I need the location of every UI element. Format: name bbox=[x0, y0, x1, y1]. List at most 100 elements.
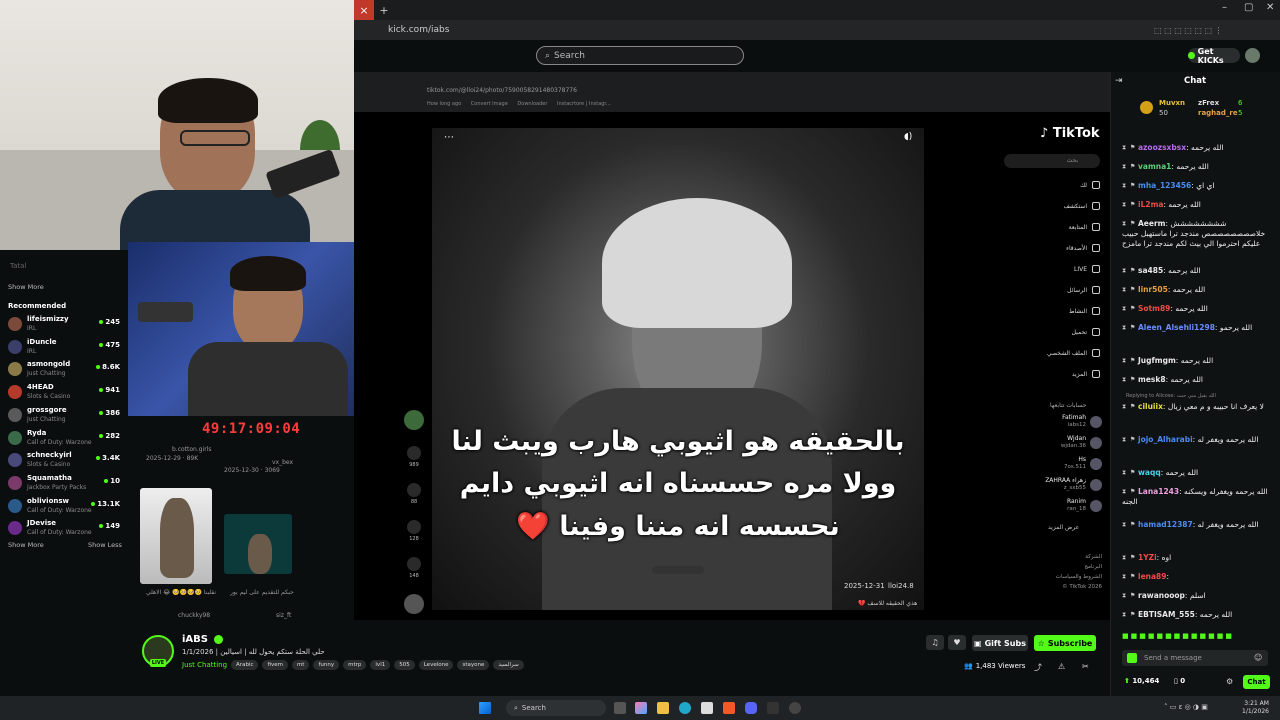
stream-tag[interactable]: سرالسيد bbox=[493, 660, 524, 670]
chat-message[interactable]: ⧗ ⚑ mha_123456: اي اي bbox=[1122, 181, 1276, 191]
tab-close-icon[interactable]: × bbox=[354, 0, 374, 20]
creator-avatar[interactable] bbox=[404, 410, 424, 430]
chat-send-button[interactable]: Chat bbox=[1243, 675, 1270, 689]
user-avatar[interactable] bbox=[1245, 48, 1260, 63]
recommended-channel[interactable]: oblivionsw Call of Duty: Warzone 13.1K bbox=[8, 496, 120, 518]
extension-icons[interactable]: ⬚ ⬚ ⬚ ⬚ ⬚ ⬚ ⋮ bbox=[1154, 26, 1223, 35]
tiktok-nav-item[interactable]: المتابعة bbox=[1040, 223, 1100, 231]
chat-message[interactable]: ⧗ ⚑ waqq: الله يرحمه bbox=[1122, 468, 1276, 478]
clip-icon[interactable]: ✂ bbox=[1082, 662, 1089, 671]
chat-message[interactable]: ⧗ ⚑ EBTISAM_555: الله يرحمه bbox=[1122, 610, 1276, 620]
discord-icon[interactable] bbox=[745, 702, 757, 714]
chat-username[interactable]: iL2ma bbox=[1138, 200, 1163, 209]
carousel-dots[interactable] bbox=[652, 566, 704, 574]
address-bar[interactable]: kick.com/iabs ⬚ ⬚ ⬚ ⬚ ⬚ ⬚ ⋮ bbox=[354, 20, 1280, 40]
stream-tag[interactable]: stayone bbox=[457, 660, 490, 670]
recommended-channel[interactable]: Ryda Call of Duty: Warzone 282 bbox=[8, 428, 120, 450]
stream-tag[interactable]: fivem bbox=[262, 660, 288, 670]
chat-message[interactable]: ⧗ ⚑ rawanooop: اسلم bbox=[1122, 591, 1276, 601]
following-account[interactable]: Fatimah iabs12 bbox=[1040, 414, 1102, 432]
kicks-balance[interactable]: ▯ 0 bbox=[1174, 677, 1185, 685]
chat-message[interactable]: ⧗ ⚑ azoozsxbsx: الله يرحمه bbox=[1122, 143, 1276, 153]
following-account[interactable]: Wjdan wjdan.36 bbox=[1040, 435, 1102, 453]
new-tab-button[interactable]: + bbox=[374, 0, 394, 20]
chat-message[interactable]: ⧗ ⚑ vamna1: الله يرحمه bbox=[1122, 162, 1276, 172]
tiktok-logo[interactable]: ♪ TikTok bbox=[1040, 126, 1100, 141]
tiktok-nav-item[interactable]: الأصدقاء bbox=[1040, 244, 1100, 252]
recommended-channel[interactable]: Squamatha Jackbox Party Packs 10 bbox=[8, 473, 120, 495]
chat-username[interactable]: azoozsxbsx bbox=[1138, 143, 1186, 152]
recommended-channel[interactable]: iDuncle IRL 475 bbox=[8, 337, 120, 359]
chat-message[interactable]: ⧗ ⚑ ciluiix: لا يعرف انا حبيبه و م معي زيا… bbox=[1122, 402, 1276, 412]
chat-message[interactable]: ⧗ ⚑ mesk8: الله يرحمه bbox=[1122, 375, 1276, 385]
tiktok-video[interactable]: بالحقيقه هو اثيوبي هارب ويبث لنا وولا مر… bbox=[432, 128, 924, 610]
chat-username[interactable]: lena89 bbox=[1138, 572, 1167, 581]
video-action-share[interactable]: 148 bbox=[406, 557, 422, 579]
tiktok-footer-link[interactable]: الشركة bbox=[1040, 554, 1102, 560]
file-explorer-icon[interactable] bbox=[657, 702, 669, 714]
tiktok-nav-item[interactable]: المزيد bbox=[1040, 370, 1100, 378]
channel-points[interactable]: ⬆ 10,464 bbox=[1124, 677, 1159, 685]
grid-thumbnail-2[interactable] bbox=[224, 514, 292, 574]
close-window-icon[interactable]: ✕ bbox=[1266, 2, 1274, 13]
chat-username[interactable]: mha_123456 bbox=[1138, 181, 1191, 190]
chat-username[interactable]: rawanooop bbox=[1138, 591, 1185, 600]
chat-username[interactable]: sa485 bbox=[1138, 266, 1163, 275]
emoji-picker-icon[interactable]: ☺ bbox=[1254, 653, 1262, 662]
stream-tag[interactable]: funny bbox=[313, 660, 340, 670]
sidebar-top-item[interactable]: Tatal bbox=[10, 262, 26, 270]
following-account[interactable]: ZAHRAA زهراء z_sxb55 bbox=[1040, 477, 1102, 495]
stream-tag[interactable]: Levelone bbox=[418, 660, 454, 670]
gift-subs-button[interactable]: ▣ Gift Subs bbox=[972, 635, 1028, 651]
obs-icon[interactable] bbox=[789, 702, 801, 714]
bookmark-4[interactable]: Instacrtore | Instagr... bbox=[557, 101, 611, 107]
taskbar-search[interactable]: ⌕ Search bbox=[506, 700, 606, 716]
chat-username[interactable]: EBTISAM_555 bbox=[1138, 610, 1195, 619]
chat-username[interactable]: jojo_Alharabi bbox=[1138, 435, 1193, 444]
chat-username[interactable]: Sotm89 bbox=[1138, 304, 1170, 313]
chat-message[interactable]: ⧗ ⚑ Aleen_Alsehli1298: الله يرحمو bbox=[1122, 323, 1276, 333]
notification-bell-button[interactable]: ♫ bbox=[926, 635, 944, 650]
show-more-link-2[interactable]: Show More bbox=[8, 541, 44, 549]
chat-message[interactable]: ⧗ ⚑ jojo_Alharabi: الله يرحمه ويغفر له bbox=[1122, 435, 1276, 445]
grid-thumbnail-1[interactable] bbox=[140, 488, 212, 584]
brave-icon[interactable] bbox=[723, 702, 735, 714]
show-more-link[interactable]: Show More bbox=[8, 283, 44, 291]
follow-heart-button[interactable]: ♥ bbox=[948, 635, 966, 650]
system-tray-icons[interactable]: ˄ ▭ ε ◎ ◑ ▣ bbox=[1164, 703, 1208, 711]
tiktok-footer-link[interactable]: TikTok 2026 © bbox=[1040, 584, 1102, 590]
chat-message[interactable]: ⧗ ⚑ Lana1243: الله يرحمه ويغفرله ويسكنه ال… bbox=[1122, 487, 1276, 507]
recommended-channel[interactable]: JDevise Call of Duty: Warzone 149 bbox=[8, 518, 120, 540]
tiktok-search-input[interactable]: بحث bbox=[1004, 154, 1100, 168]
volume-icon[interactable]: ◖) bbox=[904, 132, 912, 142]
recommended-channel[interactable]: asmongold Just Chatting 8.6K bbox=[8, 359, 120, 381]
inner-url[interactable]: tiktok.com/@lloi24/photo/759005829148037… bbox=[355, 87, 1109, 99]
music-disc-icon[interactable] bbox=[404, 594, 424, 614]
inner-url-text[interactable]: tiktok.com/@lloi24/photo/759005829148037… bbox=[427, 87, 577, 94]
recommended-channel[interactable]: lifeismizzy IRL 245 bbox=[8, 314, 120, 336]
video-action-comment[interactable]: 88 bbox=[406, 483, 422, 505]
show-less-link[interactable]: Show Less bbox=[88, 541, 122, 549]
following-account[interactable]: Ranim ran_18 bbox=[1040, 498, 1102, 516]
windows-start-icon[interactable] bbox=[479, 702, 491, 714]
bookmark-1[interactable]: How long ago bbox=[427, 101, 461, 107]
minimize-icon[interactable]: – bbox=[1222, 2, 1227, 13]
subscribe-button[interactable]: ☆ Subscribe bbox=[1034, 635, 1096, 651]
chat-message[interactable]: ⧗ ⚑ Jugfmgm: الله يرحمه bbox=[1122, 356, 1276, 366]
chat-message[interactable]: ⧗ ⚑ Sotm89: الله يرحمه bbox=[1122, 304, 1276, 314]
chat-username[interactable]: mesk8 bbox=[1138, 375, 1166, 384]
chat-username[interactable]: vamna1 bbox=[1138, 162, 1171, 171]
report-icon[interactable]: ⚠ bbox=[1058, 662, 1065, 671]
video-action-heart[interactable]: 989 bbox=[406, 446, 422, 468]
video-more-icon[interactable]: ⋯ bbox=[444, 132, 454, 143]
taskbar-clock[interactable]: 3:21 AM 1/1/2026 bbox=[1242, 700, 1269, 716]
stream-tag[interactable]: Arabic bbox=[231, 660, 259, 670]
tiktok-nav-item[interactable]: الرسائل bbox=[1040, 286, 1100, 294]
chat-username[interactable]: waqq bbox=[1138, 468, 1161, 477]
store-icon[interactable] bbox=[701, 702, 713, 714]
url-text[interactable]: kick.com/iabs bbox=[388, 25, 449, 35]
get-kicks-button[interactable]: Get KICKs bbox=[1188, 47, 1240, 65]
stream-tag[interactable]: mt bbox=[291, 660, 310, 670]
streamer-name[interactable]: iABS bbox=[182, 634, 224, 645]
chat-username[interactable]: 1YZi bbox=[1138, 553, 1157, 562]
